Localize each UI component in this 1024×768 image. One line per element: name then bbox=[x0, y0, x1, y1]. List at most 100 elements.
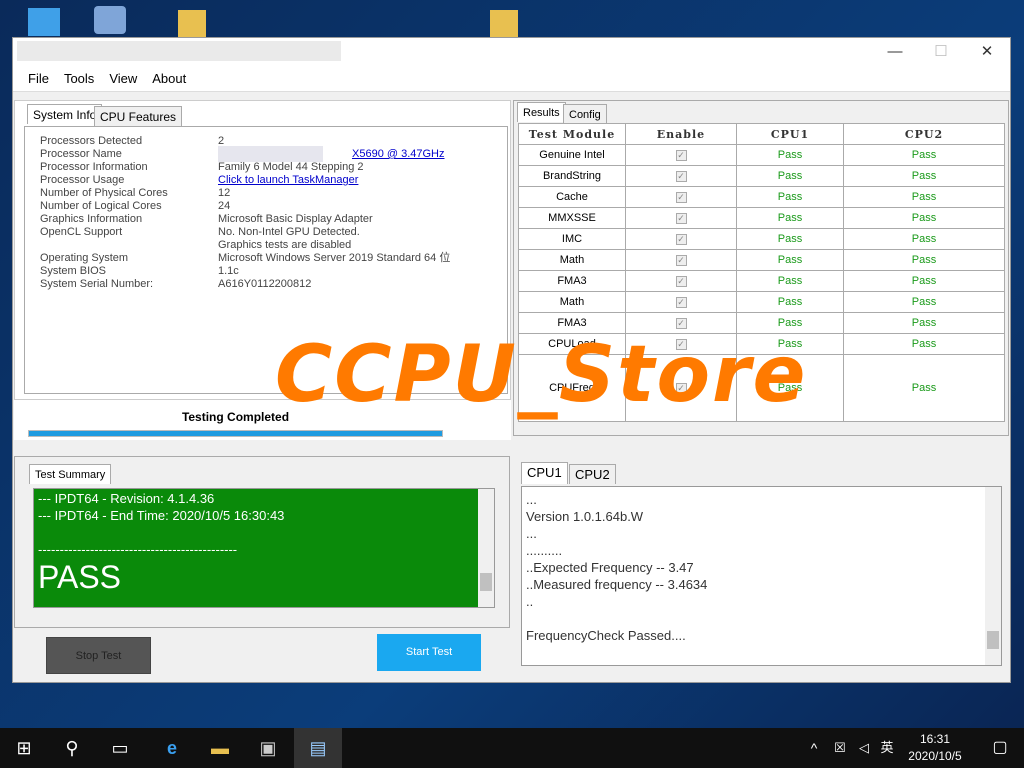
cpu2-result: Pass bbox=[843, 312, 1005, 334]
cpu1-result: Pass bbox=[736, 270, 844, 292]
log-line: ..Expected Frequency -- 3.47 bbox=[526, 560, 694, 575]
info-label: Processors Detected bbox=[40, 135, 143, 147]
header-cpu2: CPU2 bbox=[843, 123, 1005, 145]
tab-cpu2[interactable]: CPU2 bbox=[569, 464, 616, 484]
menu-view[interactable]: View bbox=[102, 66, 144, 92]
taskmanager-link[interactable]: Click to launch TaskManager bbox=[218, 174, 358, 187]
search-icon[interactable]: ⚲ bbox=[48, 728, 96, 768]
menu-file[interactable]: File bbox=[21, 66, 56, 92]
enable-checkbox[interactable]: ✓ bbox=[625, 207, 737, 229]
module-name: Math bbox=[518, 249, 626, 271]
app-icon[interactable]: ▣ bbox=[244, 728, 292, 768]
title-bar[interactable]: — ☐ ✕ bbox=[13, 38, 1010, 66]
menu-tools[interactable]: Tools bbox=[57, 66, 101, 92]
module-name: MMXSSE bbox=[518, 207, 626, 229]
log-line: .. bbox=[526, 594, 534, 609]
scrollbar[interactable] bbox=[478, 489, 494, 607]
info-label: Graphics Information bbox=[40, 213, 143, 225]
info-value: 12 bbox=[218, 187, 231, 199]
cpu2-result: Pass bbox=[843, 333, 1005, 355]
module-name: FMA3 bbox=[518, 270, 626, 292]
progress-bar bbox=[28, 430, 443, 437]
network-error-icon[interactable]: ☒ bbox=[830, 728, 850, 768]
enable-checkbox[interactable]: ✓ bbox=[625, 249, 737, 271]
table-row: FMA3 ✓ Pass Pass bbox=[518, 270, 1005, 292]
result-text: PASS bbox=[38, 559, 121, 595]
info-label: Processor Name bbox=[40, 148, 122, 160]
blurred-title bbox=[17, 41, 341, 61]
header-cpu1: CPU1 bbox=[736, 123, 844, 145]
enable-checkbox[interactable]: ✓ bbox=[625, 291, 737, 313]
log-line: FrequencyCheck Passed.... bbox=[526, 628, 686, 643]
log-line: --- IPDT64 - End Time: 2020/10/5 16:30:4… bbox=[38, 508, 285, 523]
info-label: Processor Usage bbox=[40, 174, 125, 186]
table-row: Math ✓ Pass Pass bbox=[518, 249, 1005, 271]
tab-system-info[interactable]: System Info bbox=[27, 104, 103, 124]
tab-cpu1[interactable]: CPU1 bbox=[521, 462, 568, 484]
ie-icon[interactable]: e bbox=[148, 728, 196, 768]
info-label: System Serial Number: bbox=[40, 278, 154, 290]
info-value: Graphics tests are disabled bbox=[218, 239, 352, 251]
info-value: Microsoft Windows Server 2019 Standard 6… bbox=[218, 252, 451, 264]
enable-checkbox[interactable]: ✓ bbox=[625, 144, 737, 166]
processor-name-link[interactable]: X5690 @ 3.47GHz bbox=[352, 148, 445, 161]
task-view-icon[interactable]: ▭ bbox=[96, 728, 144, 768]
stop-test-button[interactable]: Stop Test bbox=[46, 637, 151, 674]
cpu1-result: Pass bbox=[736, 186, 844, 208]
ime-indicator[interactable]: 英 bbox=[876, 728, 898, 768]
date: 2020/10/5 bbox=[908, 749, 962, 763]
module-name: Cache bbox=[518, 186, 626, 208]
cpu1-result: Pass bbox=[736, 228, 844, 250]
cpu2-result: Pass bbox=[843, 228, 1005, 250]
cpu1-result: Pass bbox=[736, 249, 844, 271]
watermark: CCPU_Store bbox=[275, 330, 808, 420]
header-enable: Enable bbox=[625, 123, 737, 145]
active-app-icon[interactable]: ▤ bbox=[294, 728, 342, 768]
summary-log: --- IPDT64 - Revision: 4.1.4.36 --- IPDT… bbox=[33, 488, 495, 608]
close-button[interactable]: ✕ bbox=[964, 40, 1010, 64]
desktop-icon[interactable] bbox=[28, 8, 60, 36]
menu-bar: File Tools View About bbox=[13, 66, 1010, 92]
start-icon[interactable]: ⊞ bbox=[0, 728, 48, 768]
enable-checkbox[interactable]: ✓ bbox=[625, 270, 737, 292]
info-value: Family 6 Model 44 Stepping 2 bbox=[218, 161, 364, 173]
folder-icon[interactable] bbox=[178, 10, 206, 38]
log-line: ... bbox=[526, 492, 537, 507]
folder-icon[interactable] bbox=[490, 10, 518, 38]
maximize-button[interactable]: ☐ bbox=[918, 40, 964, 64]
start-test-button[interactable]: Start Test bbox=[377, 634, 481, 671]
tab-cpu-features[interactable]: CPU Features bbox=[94, 106, 183, 126]
scrollbar[interactable] bbox=[985, 487, 1001, 665]
tab-test-summary[interactable]: Test Summary bbox=[29, 464, 112, 484]
chevron-up-icon[interactable]: ^ bbox=[794, 728, 834, 768]
info-label: Number of Physical Cores bbox=[40, 187, 168, 199]
enable-checkbox[interactable]: ✓ bbox=[625, 165, 737, 187]
desktop-icon[interactable] bbox=[94, 6, 126, 34]
log-line: Version 1.0.1.64b.W bbox=[526, 509, 644, 524]
clock[interactable]: 16:31 2020/10/5 bbox=[900, 731, 970, 765]
blurred-region bbox=[218, 146, 323, 162]
tab-config[interactable]: Config bbox=[563, 104, 607, 124]
menu-about[interactable]: About bbox=[145, 66, 193, 92]
log-line: ..Measured frequency -- 3.4634 bbox=[526, 577, 708, 592]
cpu1-result: Pass bbox=[736, 207, 844, 229]
minimize-button[interactable]: — bbox=[872, 40, 918, 64]
log-line: .......... bbox=[526, 543, 563, 558]
enable-checkbox[interactable]: ✓ bbox=[625, 228, 737, 250]
tab-results[interactable]: Results bbox=[517, 102, 566, 122]
cpu2-result: Pass bbox=[843, 165, 1005, 187]
info-value: A616Y0112200812 bbox=[218, 278, 312, 290]
table-row: Genuine Intel ✓ Pass Pass bbox=[518, 144, 1005, 166]
info-value: 1.1c bbox=[218, 265, 239, 277]
notification-icon[interactable]: ▢ bbox=[976, 728, 1024, 768]
module-name: IMC bbox=[518, 228, 626, 250]
table-row: Cache ✓ Pass Pass bbox=[518, 186, 1005, 208]
file-explorer-icon[interactable]: ▬ bbox=[196, 728, 244, 768]
cpu2-result: Pass bbox=[843, 291, 1005, 313]
table-row: MMXSSE ✓ Pass Pass bbox=[518, 207, 1005, 229]
table-row: Math ✓ Pass Pass bbox=[518, 291, 1005, 313]
volume-muted-icon[interactable]: ◁ bbox=[854, 728, 874, 768]
enable-checkbox[interactable]: ✓ bbox=[625, 186, 737, 208]
